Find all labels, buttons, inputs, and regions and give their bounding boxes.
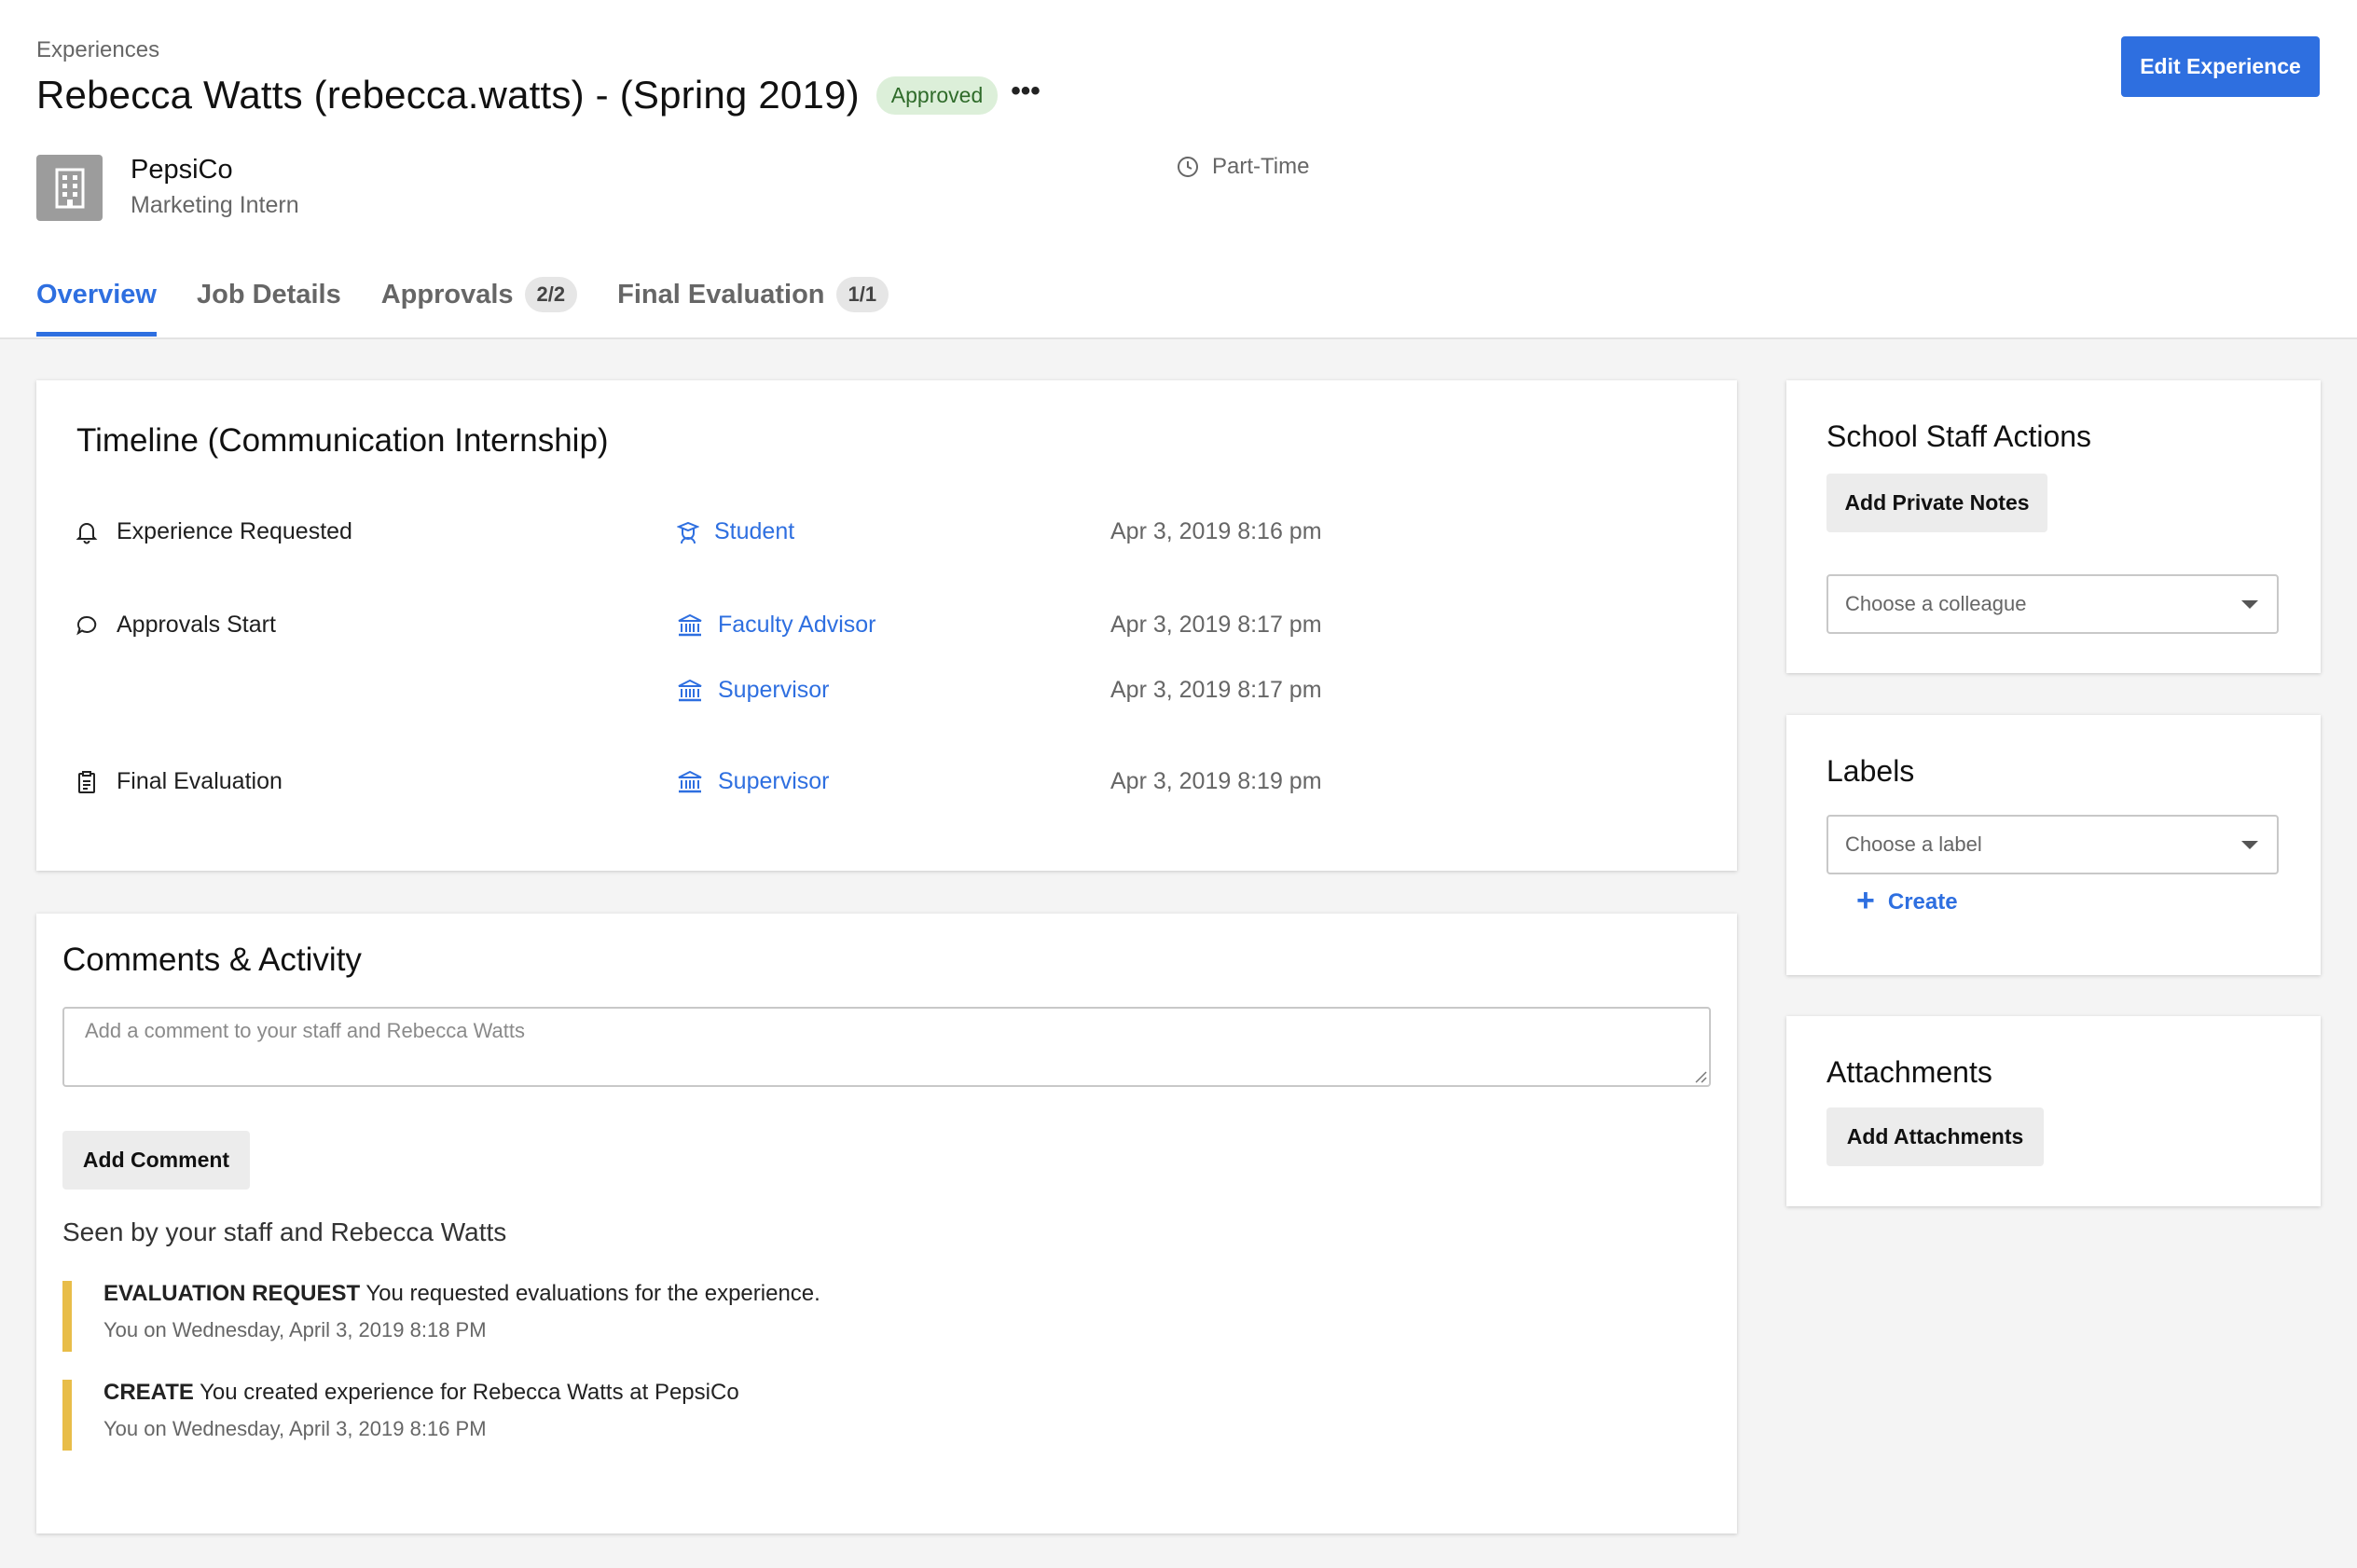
activity-line: EVALUATION REQUEST You requested evaluat… — [103, 1281, 1647, 1307]
company-role: Marketing Intern — [131, 192, 299, 218]
job-type-label: Part-Time — [1212, 154, 1310, 179]
comment-input[interactable]: Add a comment to your staff and Rebecca … — [62, 1007, 1711, 1087]
timeline-event-label: Experience Requested — [117, 518, 352, 544]
timeline-card: Timeline (Communication Internship) Expe… — [36, 380, 1737, 871]
add-comment-button[interactable]: Add Comment — [62, 1131, 250, 1190]
seen-by-text: Seen by your staff and Rebecca Watts — [62, 1217, 507, 1246]
create-label-link[interactable]: + Create — [1856, 883, 1958, 918]
staff-actions-card: School Staff Actions Add Private Notes C… — [1786, 380, 2321, 673]
attachments-card: Attachments Add Attachments — [1786, 1016, 2321, 1206]
label-select[interactable]: Choose a label — [1826, 815, 2279, 874]
activity-meta: You on Wednesday, April 3, 2019 8:16 PM — [103, 1417, 487, 1440]
company-name: PepsiCo — [131, 155, 233, 185]
activity-meta: You on Wednesday, April 3, 2019 8:18 PM — [103, 1318, 487, 1341]
comments-title: Comments & Activity — [62, 942, 362, 978]
bell-icon — [76, 522, 98, 543]
tab-bar: Overview Job Details Approvals 2/2 Final… — [36, 276, 929, 337]
activity-line: CREATE You created experience for Rebecc… — [103, 1380, 1647, 1406]
timeline-row: Approvals Start Faculty Advisor Apr 3, 2… — [36, 612, 1737, 649]
institution-icon — [678, 679, 702, 701]
timeline-role-link[interactable]: Supervisor — [677, 768, 830, 795]
plus-icon: + — [1856, 883, 1875, 918]
activity-text: You requested evaluations for the experi… — [365, 1281, 820, 1306]
timeline-role-label: Student — [714, 518, 795, 544]
edit-experience-button[interactable]: Edit Experience — [2121, 36, 2320, 97]
tab-final-evaluation[interactable]: Final Evaluation 1/1 — [617, 276, 889, 313]
institution-icon — [678, 613, 702, 636]
ellipsis-icon[interactable]: ••• — [1011, 77, 1041, 105]
timeline-role-label: Supervisor — [718, 768, 830, 794]
status-badge: Approved — [875, 76, 999, 115]
institution-icon — [678, 770, 702, 792]
timeline-role-link[interactable]: Supervisor — [677, 677, 830, 704]
tab-count-badge: 1/1 — [835, 277, 889, 312]
resize-handle-icon[interactable] — [1692, 1068, 1707, 1083]
timeline-role-label: Faculty Advisor — [718, 612, 876, 638]
clipboard-icon — [78, 770, 95, 793]
staff-actions-title: School Staff Actions — [1826, 420, 2092, 453]
labels-title: Labels — [1826, 754, 1915, 788]
activity-type: CREATE — [103, 1380, 194, 1405]
chat-bubble-icon — [76, 615, 97, 635]
activity-type: EVALUATION REQUEST — [103, 1281, 361, 1306]
timeline-row: Supervisor Apr 3, 2019 8:17 pm — [36, 677, 1737, 714]
add-attachments-button[interactable]: Add Attachments — [1826, 1107, 2044, 1166]
colleague-select[interactable]: Choose a colleague — [1826, 574, 2279, 634]
student-icon — [677, 521, 699, 543]
create-label-text: Create — [1887, 889, 1958, 915]
activity-text: You created experience for Rebecca Watts… — [200, 1380, 739, 1405]
timeline-title: Timeline (Communication Internship) — [76, 422, 609, 459]
attachments-title: Attachments — [1826, 1055, 1992, 1089]
timeline-date: Apr 3, 2019 8:19 pm — [1110, 768, 1322, 794]
chevron-down-icon — [2241, 841, 2258, 849]
timeline-role-link[interactable]: Student — [677, 518, 794, 545]
timeline-event-label: Final Evaluation — [117, 768, 283, 794]
comments-card: Comments & Activity Add a comment to you… — [36, 914, 1737, 1534]
activity-item: EVALUATION REQUEST You requested evaluat… — [62, 1281, 1647, 1352]
timeline-event-label: Approvals Start — [117, 612, 276, 638]
page-title: Rebecca Watts (rebecca.watts) - (Spring … — [36, 73, 860, 117]
tab-label: Approvals — [380, 279, 514, 309]
building-icon — [36, 155, 103, 221]
colleague-select-value: Choose a colleague — [1845, 592, 2027, 615]
tab-label: Overview — [36, 279, 157, 309]
add-private-notes-button[interactable]: Add Private Notes — [1826, 474, 2047, 532]
chevron-down-icon — [2241, 600, 2258, 609]
timeline-role-link[interactable]: Faculty Advisor — [677, 612, 876, 639]
timeline-row: Final Evaluation Supervisor Apr 3, 2019 … — [36, 768, 1737, 805]
timeline-date: Apr 3, 2019 8:17 pm — [1110, 612, 1322, 638]
breadcrumb-experiences[interactable]: Experiences — [36, 37, 159, 63]
experience-header: Experiences Rebecca Watts (rebecca.watts… — [0, 0, 2357, 339]
tab-job-details[interactable]: Job Details — [197, 276, 341, 313]
timeline-date: Apr 3, 2019 8:17 pm — [1110, 677, 1322, 703]
timeline-event: Experience Requested — [76, 518, 352, 545]
tab-count-badge: 2/2 — [524, 277, 578, 312]
job-type: Part-Time — [1177, 154, 1309, 180]
activity-item: CREATE You created experience for Rebecc… — [62, 1380, 1647, 1451]
label-select-value: Choose a label — [1845, 832, 1982, 856]
timeline-row: Experience Requested Student Apr 3, 2019… — [36, 518, 1737, 556]
timeline-event: Final Evaluation — [76, 768, 283, 795]
tab-overview[interactable]: Overview — [36, 276, 157, 337]
clock-icon — [1178, 157, 1198, 177]
title-row: Rebecca Watts (rebecca.watts) - (Spring … — [36, 73, 1041, 117]
comment-placeholder: Add a comment to your staff and Rebecca … — [85, 1019, 526, 1042]
timeline-role-label: Supervisor — [718, 677, 830, 703]
timeline-event: Approvals Start — [76, 612, 276, 639]
tab-approvals[interactable]: Approvals 2/2 — [380, 276, 578, 313]
labels-card: Labels Choose a label + Create — [1786, 715, 2321, 975]
tab-label: Final Evaluation — [617, 279, 825, 309]
timeline-date: Apr 3, 2019 8:16 pm — [1110, 518, 1322, 544]
tab-label: Job Details — [196, 279, 341, 309]
